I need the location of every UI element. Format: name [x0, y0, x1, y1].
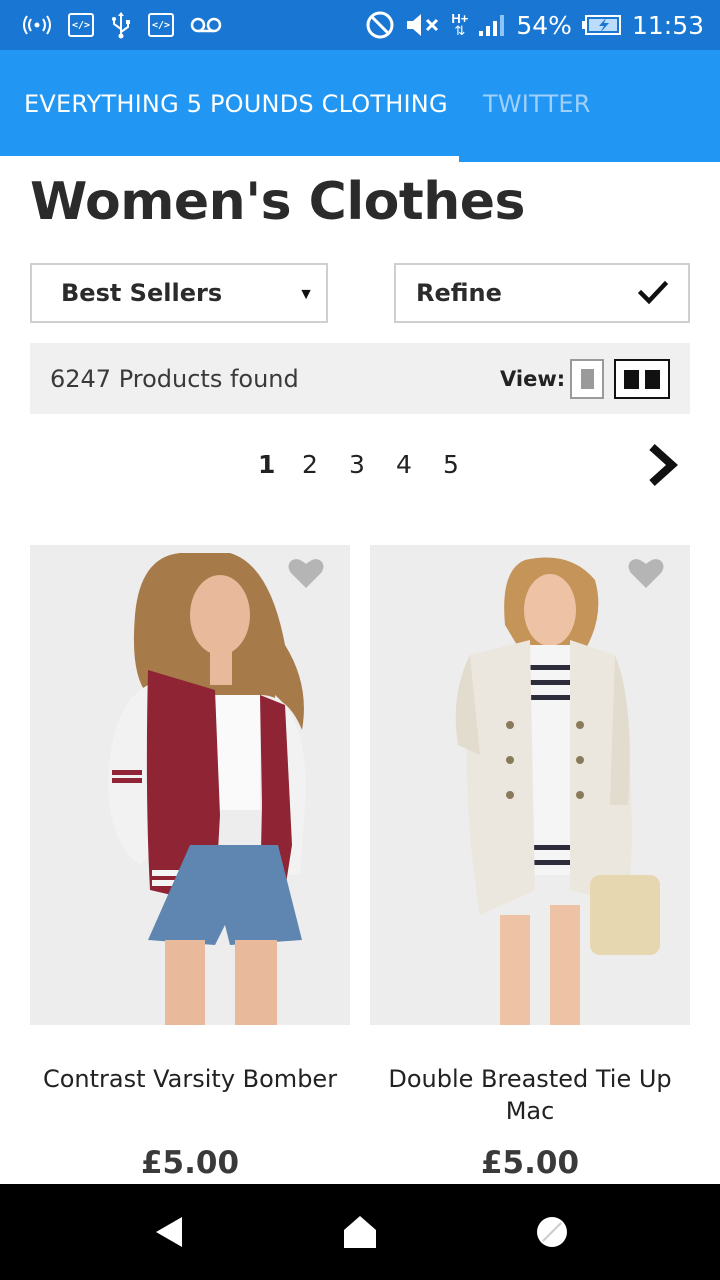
battery-charging-icon: [581, 11, 622, 39]
active-tab-indicator: [0, 156, 459, 162]
product-price: £5.00: [480, 1145, 580, 1181]
page-link-2[interactable]: 2: [302, 444, 318, 484]
product-name[interactable]: Double Breasted Tie Up Mac: [370, 1063, 690, 1127]
dropdown-arrow-icon: ▼: [298, 286, 314, 303]
checkmark-icon: [637, 279, 669, 312]
usb-icon: [110, 11, 132, 39]
single-column-view-button[interactable]: [570, 359, 604, 399]
refine-label: Refine: [416, 279, 502, 307]
page-link-5[interactable]: 5: [443, 444, 459, 484]
two-column-view-icon: [624, 370, 639, 389]
pagination: 1 2 3 4 5: [0, 444, 720, 484]
page-title: Women's Clothes: [30, 172, 525, 232]
refine-button[interactable]: Refine: [394, 263, 690, 323]
voicemail-icon: [190, 11, 222, 39]
mute-icon: [405, 11, 441, 39]
do-not-disturb-icon: [365, 11, 395, 39]
page-link-4[interactable]: 4: [396, 444, 412, 484]
navigation-bar: [0, 1184, 720, 1280]
view-label: View:: [500, 366, 566, 391]
recents-icon[interactable]: [532, 1212, 572, 1252]
code-icon: </>: [148, 13, 174, 37]
sort-dropdown[interactable]: Best Sellers ▼: [30, 263, 328, 323]
page-link-3[interactable]: 3: [349, 444, 365, 484]
favorite-heart-icon[interactable]: [288, 557, 324, 594]
product-name[interactable]: Contrast Varsity Bomber: [30, 1063, 350, 1095]
favorite-heart-icon[interactable]: [628, 557, 664, 594]
home-icon[interactable]: [340, 1212, 380, 1252]
two-column-view-button[interactable]: [614, 359, 670, 399]
status-bar: </> </> H+ ⇅ 54% 11:53: [0, 0, 720, 50]
sort-dropdown-label: Best Sellers: [61, 279, 223, 307]
page-link-1[interactable]: 1: [258, 444, 275, 484]
wifi-hotspot-icon: [22, 11, 52, 39]
results-bar: 6247 Products found View:: [30, 343, 690, 414]
two-column-view-icon: [645, 370, 660, 389]
status-icons-left: </> </>: [22, 10, 222, 40]
tab-everything-5-pounds-clothing[interactable]: EVERYTHING 5 POUNDS CLOTHING: [24, 50, 448, 158]
next-page-arrow-icon[interactable]: [646, 444, 678, 486]
status-icons-right: H+ ⇅ 54% 11:53: [365, 8, 704, 42]
app-bar: EVERYTHING 5 POUNDS CLOTHING TWITTER: [0, 50, 720, 162]
product-image[interactable]: [370, 545, 690, 1025]
product-image[interactable]: [30, 545, 350, 1025]
tab-twitter[interactable]: TWITTER: [483, 50, 591, 158]
single-column-view-icon: [581, 369, 594, 389]
network-icon: H+ ⇅: [451, 11, 468, 39]
clock: 11:53: [631, 10, 704, 40]
data-arrows-icon: ⇅: [454, 23, 466, 38]
product-card[interactable]: Contrast Varsity Bomber £5.00: [30, 545, 350, 1185]
back-icon[interactable]: [148, 1212, 188, 1252]
code-icon: </>: [68, 13, 94, 37]
product-price: £5.00: [140, 1145, 240, 1181]
products-found-count: 6247 Products found: [50, 364, 299, 393]
battery-percent: 54%: [516, 10, 572, 40]
signal-icon: [478, 11, 506, 39]
product-card[interactable]: Double Breasted Tie Up Mac £5.00: [370, 545, 690, 1185]
